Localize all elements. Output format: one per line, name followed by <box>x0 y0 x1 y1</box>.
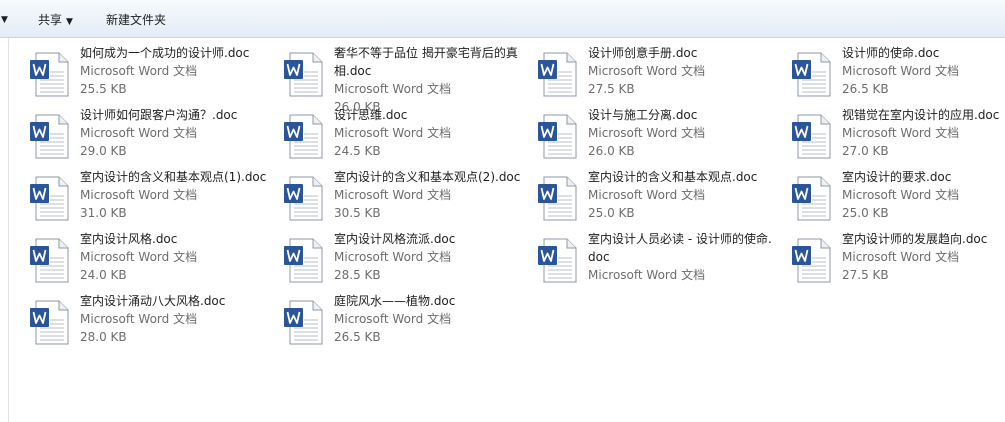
file-item[interactable]: 庭院风水——植物.doc Microsoft Word 文档 26.5 KB <box>280 292 530 348</box>
file-item[interactable]: 如何成为一个成功的设计师.doc Microsoft Word 文档 25.5 KB <box>26 44 276 100</box>
file-type: Microsoft Word 文档 <box>334 312 452 326</box>
file-type: Microsoft Word 文档 <box>588 268 706 282</box>
new-folder-button[interactable]: 新建文件夹 <box>106 11 166 29</box>
file-name: 室内设计的含义和基本观点(2).doc <box>334 170 521 184</box>
word-document-icon <box>788 50 836 98</box>
word-document-icon <box>26 50 74 98</box>
file-type: Microsoft Word 文档 <box>80 188 198 202</box>
file-item[interactable]: 设计师的使命.doc Microsoft Word 文档 26.5 KB <box>788 44 1005 100</box>
file-type: Microsoft Word 文档 <box>80 126 198 140</box>
file-item[interactable]: 设计思维.doc Microsoft Word 文档 24.5 KB <box>280 106 530 162</box>
file-size: 27.5 KB <box>842 268 889 282</box>
share-menu-button[interactable]: 共享 ▼ <box>38 11 73 29</box>
file-item[interactable]: 室内设计的要求.doc Microsoft Word 文档 25.0 KB <box>788 168 1005 224</box>
file-item[interactable]: 视错觉在室内设计的应用.doc Microsoft Word 文档 27.0 KB <box>788 106 1005 162</box>
new-folder-label: 新建文件夹 <box>106 13 167 27</box>
word-document-icon <box>534 236 582 284</box>
chevron-down-icon: ▼ <box>66 17 73 27</box>
file-size: 25.5 KB <box>80 82 127 96</box>
word-document-icon <box>26 298 74 346</box>
file-type: Microsoft Word 文档 <box>334 126 452 140</box>
file-type: Microsoft Word 文档 <box>588 64 706 78</box>
file-size: 28.5 KB <box>334 268 381 282</box>
file-type: Microsoft Word 文档 <box>334 82 452 96</box>
file-size: 26.0 KB <box>588 144 635 158</box>
file-size: 25.0 KB <box>588 206 635 220</box>
file-size: 31.0 KB <box>80 206 127 220</box>
file-size: 25.0 KB <box>842 206 889 220</box>
file-type: Microsoft Word 文档 <box>334 188 452 202</box>
word-document-icon <box>788 174 836 222</box>
file-name: 如何成为一个成功的设计师.doc <box>80 46 250 60</box>
file-type: Microsoft Word 文档 <box>842 250 960 264</box>
word-document-icon <box>534 50 582 98</box>
word-document-icon <box>788 236 836 284</box>
file-item[interactable]: 室内设计师的发展趋向.doc Microsoft Word 文档 27.5 KB <box>788 230 1005 286</box>
file-size: 29.0 KB <box>80 144 127 158</box>
file-item[interactable]: 设计师如何跟客户沟通？.doc Microsoft Word 文档 29.0 KB <box>26 106 276 162</box>
file-list-pane: 如何成为一个成功的设计师.doc Microsoft Word 文档 25.5 KB… <box>0 38 1005 422</box>
file-name: 设计思维.doc <box>334 108 408 122</box>
file-size: 27.5 KB <box>588 82 635 96</box>
word-document-icon <box>26 112 74 160</box>
word-document-icon <box>26 174 74 222</box>
command-bar: ▼ 共享 ▼ 新建文件夹 <box>0 0 1005 38</box>
file-item[interactable]: 室内设计涌动八大风格.doc Microsoft Word 文档 28.0 KB <box>26 292 276 348</box>
share-label: 共享 <box>38 13 63 27</box>
file-name: 室内设计风格流派.doc <box>334 232 456 246</box>
file-item[interactable]: 奢华不等于品位 揭开豪宅背后的真相.doc Microsoft Word 文档 26… <box>280 44 530 114</box>
file-type: Microsoft Word 文档 <box>842 64 960 78</box>
file-size: 24.5 KB <box>334 144 381 158</box>
file-item[interactable]: 室内设计人员必读 - 设计师的使命.doc Microsoft Word 文档 <box>534 230 784 286</box>
word-document-icon <box>534 174 582 222</box>
file-size: 26.5 KB <box>334 330 381 344</box>
file-name: 室内设计师的发展趋向.doc <box>842 232 988 246</box>
chevron-down-icon[interactable]: ▼ <box>1 11 8 29</box>
file-name: 室内设计人员必读 - 设计师的使命.doc <box>588 232 772 264</box>
pane-divider <box>8 38 9 422</box>
word-document-icon <box>280 174 328 222</box>
file-type: Microsoft Word 文档 <box>588 188 706 202</box>
word-document-icon <box>280 298 328 346</box>
file-name: 室内设计的含义和基本观点(1).doc <box>80 170 267 184</box>
file-name: 室内设计的要求.doc <box>842 170 952 184</box>
file-type: Microsoft Word 文档 <box>588 126 706 140</box>
file-size: 26.5 KB <box>842 82 889 96</box>
word-document-icon <box>280 50 328 98</box>
file-name: 设计师创意手册.doc <box>588 46 698 60</box>
file-item[interactable]: 室内设计风格.doc Microsoft Word 文档 24.0 KB <box>26 230 276 286</box>
word-document-icon <box>280 112 328 160</box>
file-item[interactable]: 室内设计的含义和基本观点.doc Microsoft Word 文档 25.0 KB <box>534 168 784 224</box>
file-item[interactable]: 室内设计的含义和基本观点(2).doc Microsoft Word 文档 30.5… <box>280 168 530 224</box>
file-type: Microsoft Word 文档 <box>80 64 198 78</box>
file-item[interactable]: 室内设计风格流派.doc Microsoft Word 文档 28.5 KB <box>280 230 530 286</box>
file-type: Microsoft Word 文档 <box>842 126 960 140</box>
file-name: 庭院风水——植物.doc <box>334 294 456 308</box>
file-item[interactable]: 室内设计的含义和基本观点(1).doc Microsoft Word 文档 31.0… <box>26 168 276 224</box>
file-name: 设计师如何跟客户沟通？.doc <box>80 108 238 122</box>
file-size: 24.0 KB <box>80 268 127 282</box>
file-name: 室内设计的含义和基本观点.doc <box>588 170 758 184</box>
file-name: 室内设计涌动八大风格.doc <box>80 294 226 308</box>
file-type: Microsoft Word 文档 <box>80 312 198 326</box>
word-document-icon <box>26 236 74 284</box>
word-document-icon <box>280 236 328 284</box>
file-type: Microsoft Word 文档 <box>842 188 960 202</box>
word-document-icon <box>534 112 582 160</box>
file-size: 27.0 KB <box>842 144 889 158</box>
file-item[interactable]: 设计与施工分离.doc Microsoft Word 文档 26.0 KB <box>534 106 784 162</box>
file-type: Microsoft Word 文档 <box>334 250 452 264</box>
file-size: 30.5 KB <box>334 206 381 220</box>
file-name: 奢华不等于品位 揭开豪宅背后的真相.doc <box>334 46 518 78</box>
file-name: 视错觉在室内设计的应用.doc <box>842 108 1000 122</box>
file-type: Microsoft Word 文档 <box>80 250 198 264</box>
word-document-icon <box>788 112 836 160</box>
file-name: 设计与施工分离.doc <box>588 108 698 122</box>
file-name: 设计师的使命.doc <box>842 46 940 60</box>
file-size: 28.0 KB <box>80 330 127 344</box>
file-name: 室内设计风格.doc <box>80 232 178 246</box>
file-item[interactable]: 设计师创意手册.doc Microsoft Word 文档 27.5 KB <box>534 44 784 100</box>
